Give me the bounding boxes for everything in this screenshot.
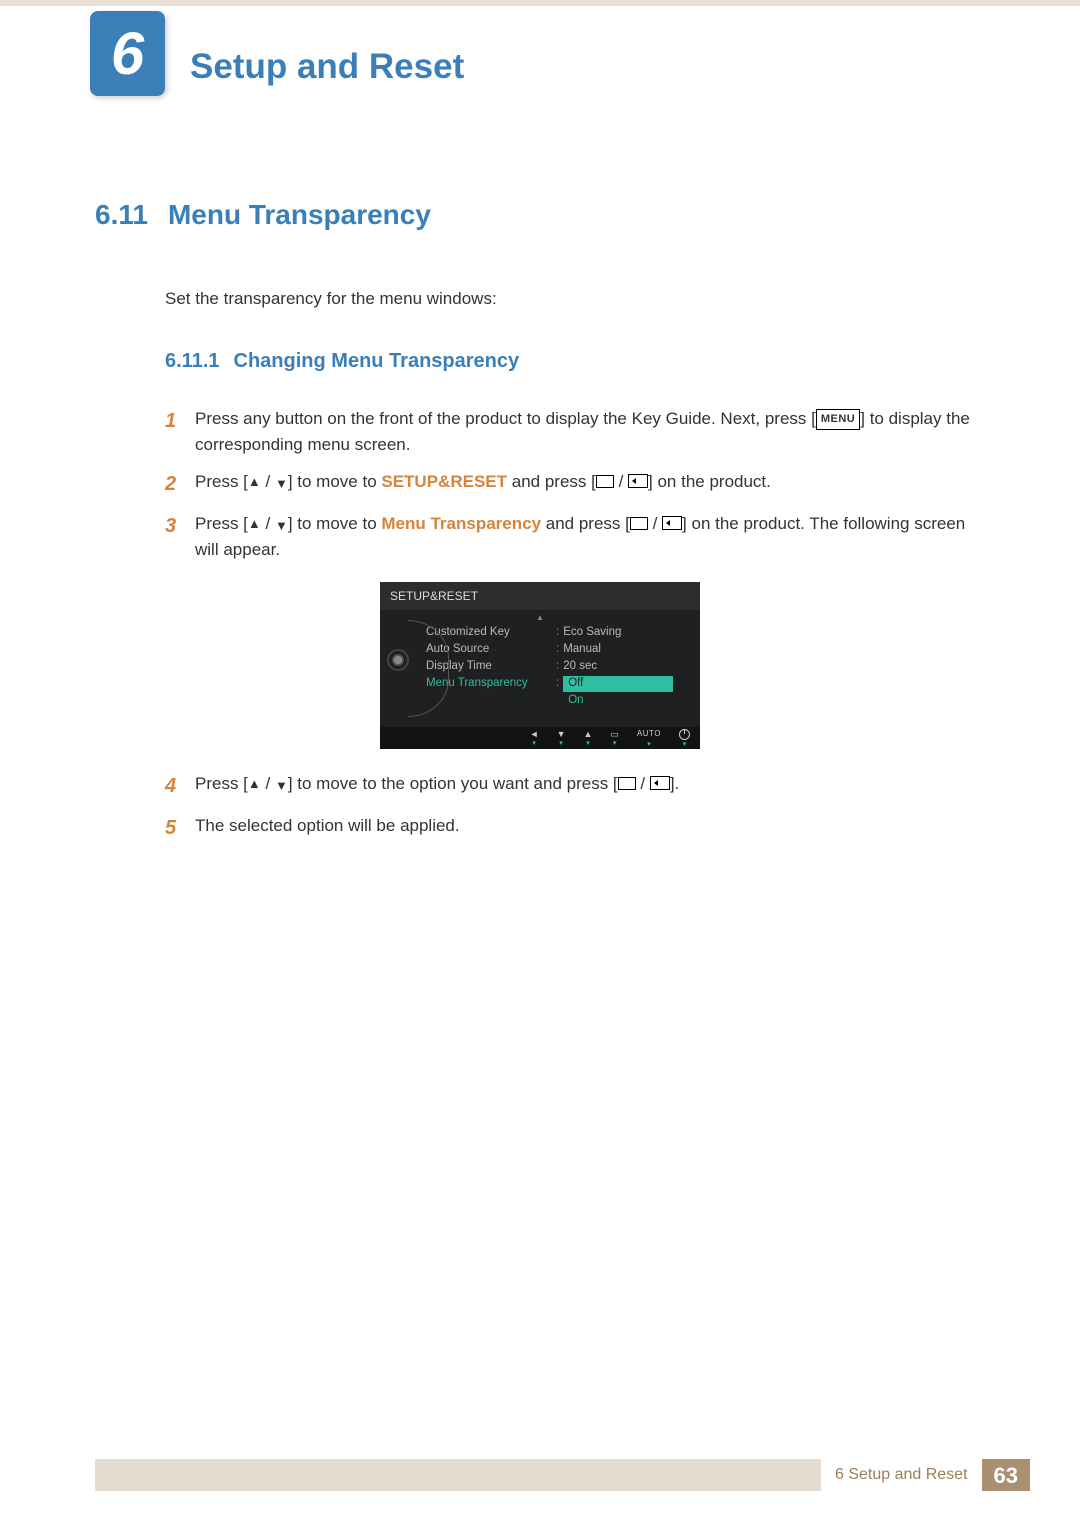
down-arrow-icon: ▼	[275, 474, 288, 494]
enter-icon	[650, 776, 670, 790]
step-number: 5	[165, 813, 195, 843]
section-heading: 6.11 Menu Transparency	[95, 194, 985, 236]
osd-value-selected: :Off	[556, 675, 681, 692]
keyword-menu-transparency: Menu Transparency	[381, 514, 541, 533]
chapter-title: Setup and Reset	[190, 21, 1080, 94]
up-arrow-icon: ▲	[248, 472, 261, 492]
osd-value-option: :On	[556, 692, 681, 709]
step-1: 1 Press any button on the front of the p…	[165, 406, 985, 457]
osd-value-list: :Eco Saving :Manual :20 sec :Off :On	[556, 610, 681, 709]
osd-power-icon: ▾	[679, 729, 690, 748]
osd-option-off: Off	[563, 676, 673, 692]
page-footer: 6 Setup and Reset 63	[95, 1459, 1030, 1491]
subsection-heading: 6.11.1 Changing Menu Transparency	[165, 346, 985, 376]
footer-bar	[95, 1459, 821, 1491]
osd-row-customized-key: Customized Key	[426, 624, 556, 641]
subsection-number: 6.11.1	[165, 350, 220, 372]
enter-icon	[628, 474, 648, 488]
osd-nav-down-icon: ▼▾	[557, 730, 566, 747]
source-icon	[596, 475, 614, 488]
step-4: 4 Press [▲ / ▼] to move to the option yo…	[165, 771, 985, 801]
source-icon	[618, 777, 636, 790]
page-content: 6.11 Menu Transparency Set the transparen…	[95, 194, 985, 844]
steps-list-continued: 4 Press [▲ / ▼] to move to the option yo…	[165, 771, 985, 843]
osd-scroll-up-icon: ▲	[536, 612, 544, 624]
step-text: Press [▲ / ▼] to move to Menu Transparen…	[195, 511, 985, 562]
osd-body: ▲ Customized Key Auto Source Display Tim…	[380, 610, 700, 727]
enter-icon	[662, 516, 682, 530]
osd-nav-back-icon: ◄▾	[530, 730, 539, 747]
osd-nav-enter-icon: ▭▾	[610, 730, 619, 747]
menu-button-icon: MENU	[816, 409, 860, 430]
osd-option-on: On	[563, 693, 588, 709]
chapter-badge: 6	[90, 11, 165, 96]
section-number: 6.11	[95, 199, 148, 230]
osd-footer: ◄▾ ▼▾ ▲▾ ▭▾ AUTO▾ ▾	[380, 727, 700, 749]
osd-nav-up-icon: ▲▾	[583, 730, 592, 747]
osd-screenshot: SETUP&RESET ▲ Customized Key Auto Source…	[380, 582, 700, 749]
chapter-number: 6	[111, 9, 144, 99]
keyword-setup-reset: SETUP&RESET	[381, 472, 507, 491]
osd-left-panel	[380, 610, 416, 709]
steps-list: 1 Press any button on the front of the p…	[165, 406, 985, 562]
down-arrow-icon: ▼	[275, 776, 288, 796]
chapter-header: 6 Setup and Reset	[0, 21, 1080, 94]
section-title: Menu Transparency	[168, 199, 431, 230]
down-arrow-icon: ▼	[275, 516, 288, 536]
section-intro: Set the transparency for the menu window…	[165, 286, 985, 312]
step-text: Press any button on the front of the pro…	[195, 406, 985, 457]
osd-value: :Manual	[556, 641, 681, 658]
osd-value: :20 sec	[556, 658, 681, 675]
footer-label: 6 Setup and Reset	[821, 1459, 982, 1491]
gear-icon	[389, 651, 407, 669]
step-number: 3	[165, 511, 195, 562]
step-text: Press [▲ / ▼] to move to SETUP&RESET and…	[195, 469, 985, 499]
step-text: The selected option will be applied.	[195, 813, 985, 843]
osd-auto-label: AUTO▾	[637, 728, 661, 748]
footer-page-number: 63	[982, 1459, 1030, 1491]
step-number: 1	[165, 406, 195, 457]
osd-title: SETUP&RESET	[380, 582, 700, 610]
step-text: Press [▲ / ▼] to move to the option you …	[195, 771, 985, 801]
step-number: 4	[165, 771, 195, 801]
up-arrow-icon: ▲	[248, 514, 261, 534]
up-arrow-icon: ▲	[248, 774, 261, 794]
top-rule	[0, 0, 1080, 6]
subsection-title: Changing Menu Transparency	[234, 350, 520, 372]
osd-value: :Eco Saving	[556, 624, 681, 641]
step-5: 5 The selected option will be applied.	[165, 813, 985, 843]
step-number: 2	[165, 469, 195, 499]
step-3: 3 Press [▲ / ▼] to move to Menu Transpar…	[165, 511, 985, 562]
step-2: 2 Press [▲ / ▼] to move to SETUP&RESET a…	[165, 469, 985, 499]
source-icon	[630, 517, 648, 530]
